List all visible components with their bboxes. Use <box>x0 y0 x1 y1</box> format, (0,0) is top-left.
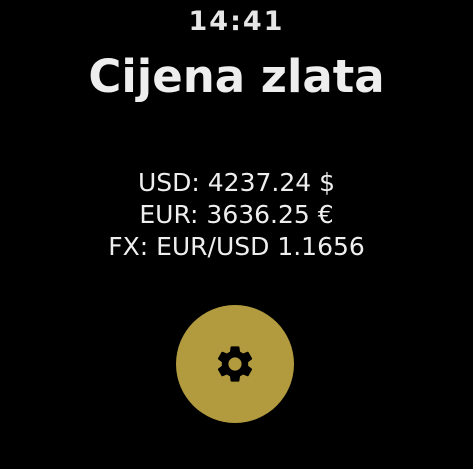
settings-button[interactable] <box>176 305 294 423</box>
gear-icon <box>213 342 257 386</box>
eur-price: EUR: 3636.25 € <box>139 200 334 229</box>
clock-time: 14:41 <box>188 6 285 37</box>
usd-price: USD: 4237.24 $ <box>137 168 336 197</box>
fx-rate: FX: EUR/USD 1.1656 <box>108 232 365 261</box>
price-list: USD: 4237.24 $ EUR: 3636.25 € FX: EUR/US… <box>0 167 473 263</box>
watch-screen: 14:41 Cijena zlata USD: 4237.24 $ EUR: 3… <box>0 0 473 469</box>
page-title: Cijena zlata <box>88 50 385 103</box>
